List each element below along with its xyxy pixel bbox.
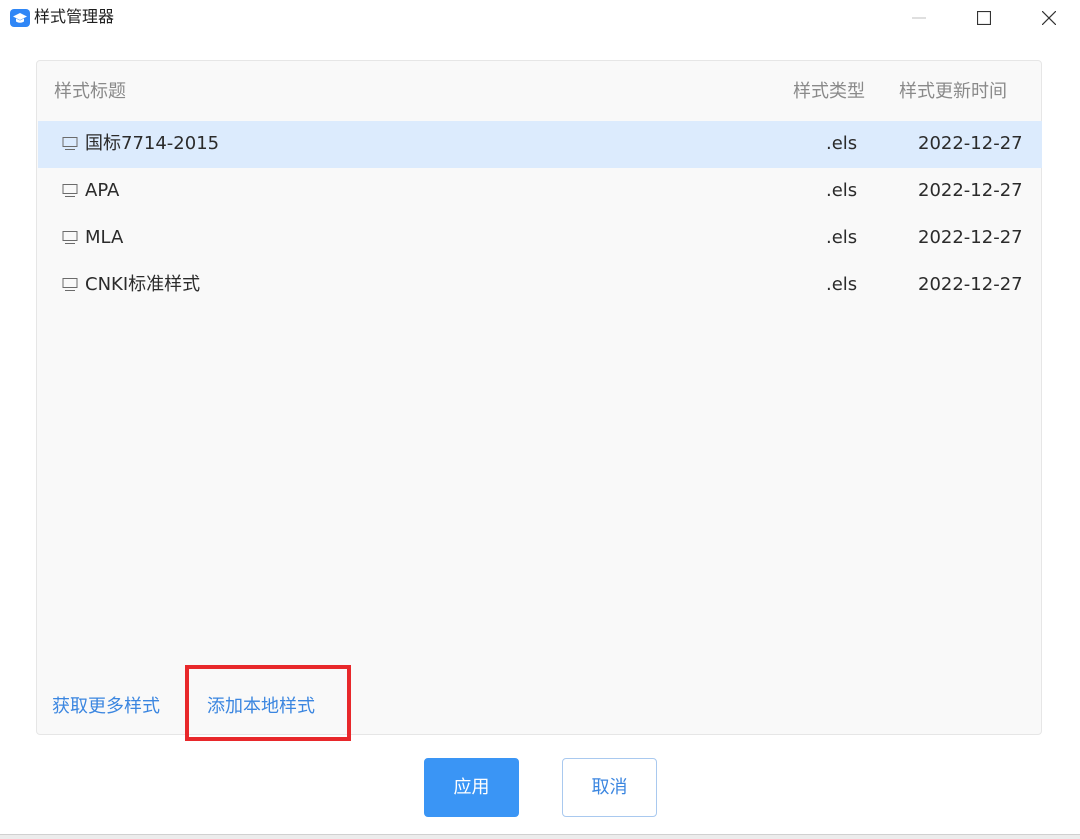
cancel-button[interactable]: 取消 <box>562 758 657 817</box>
style-name: 国标7714-2015 <box>85 133 220 154</box>
style-date: 2022-12-27 <box>918 133 1023 154</box>
minimize-button[interactable] <box>896 0 942 36</box>
minimize-icon <box>912 17 926 19</box>
apply-button[interactable]: 应用 <box>424 758 519 817</box>
table-row[interactable]: 国标7714-2015 .els 2022-12-27 <box>38 121 1042 168</box>
monitor-icon <box>62 184 78 197</box>
maximize-button[interactable] <box>961 0 1007 36</box>
style-list-panel: 样式标题 样式类型 样式更新时间 国标7714-2015 .els 2022-1… <box>36 60 1042 735</box>
style-manager-window: 样式管理器 样式标题 样式类型 样式更新时间 国标7714-2015 .els … <box>0 0 1080 839</box>
graduation-cap-icon <box>10 9 30 27</box>
style-type: .els <box>826 180 858 201</box>
close-icon <box>1042 11 1056 25</box>
style-type: .els <box>826 227 858 248</box>
table-row[interactable]: MLA .els 2022-12-27 <box>38 215 1042 262</box>
style-name: APA <box>85 180 120 201</box>
header-style-type[interactable]: 样式类型 <box>793 81 865 103</box>
style-list: 国标7714-2015 .els 2022-12-27 APA .els 202… <box>38 121 1042 309</box>
title-bar[interactable]: 样式管理器 <box>0 0 1080 36</box>
monitor-icon <box>62 231 78 244</box>
annotation-highlight-box <box>185 665 351 741</box>
style-type: .els <box>826 274 858 295</box>
table-header: 样式标题 样式类型 样式更新时间 <box>37 61 1043 121</box>
maximize-icon <box>977 11 991 25</box>
monitor-icon <box>62 137 78 150</box>
style-date: 2022-12-27 <box>918 180 1023 201</box>
style-name: CNKI标准样式 <box>85 274 201 295</box>
window-title: 样式管理器 <box>34 7 115 26</box>
style-type: .els <box>826 133 858 154</box>
header-update-time[interactable]: 样式更新时间 <box>899 81 1007 103</box>
style-date: 2022-12-27 <box>918 227 1023 248</box>
header-style-title[interactable]: 样式标题 <box>54 81 126 103</box>
style-date: 2022-12-27 <box>918 274 1023 295</box>
table-row[interactable]: CNKI标准样式 .els 2022-12-27 <box>38 262 1042 309</box>
style-name: MLA <box>85 227 124 248</box>
window-bottom-edge <box>0 834 1080 839</box>
monitor-icon <box>62 278 78 291</box>
get-more-styles-link[interactable]: 获取更多样式 <box>52 696 160 718</box>
close-button[interactable] <box>1026 0 1072 36</box>
table-row[interactable]: APA .els 2022-12-27 <box>38 168 1042 215</box>
